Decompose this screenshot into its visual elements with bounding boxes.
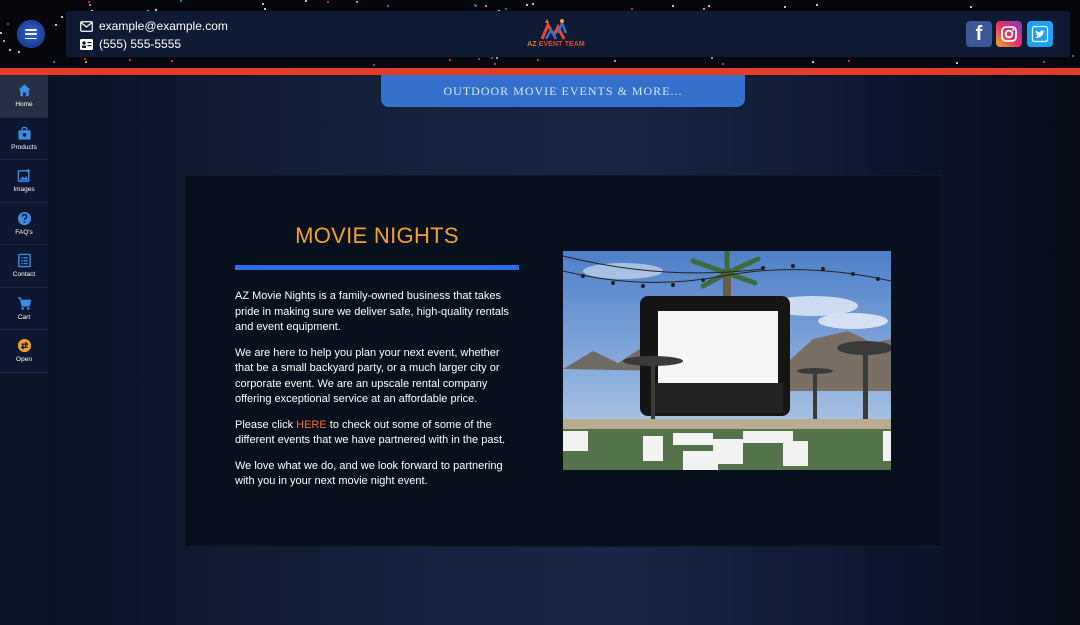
contact-icon xyxy=(17,253,31,268)
star xyxy=(0,32,2,34)
intro-text: AZ Movie Nights is a family-owned busine… xyxy=(235,289,519,500)
sidebar-item-contact[interactable]: Contact xyxy=(0,245,48,288)
star xyxy=(812,61,814,63)
star xyxy=(485,5,487,7)
page-title: MOVIE NIGHTS xyxy=(295,223,459,248)
contact-card-icon xyxy=(80,38,93,50)
phone-text[interactable]: (555) 555-5555 xyxy=(99,37,181,51)
star xyxy=(711,57,713,59)
logo-mark-icon xyxy=(540,19,568,40)
logo-text: AZ EVENT TEAM xyxy=(527,41,585,48)
star xyxy=(171,60,173,62)
paragraph: We are here to help you plan your next e… xyxy=(235,346,500,406)
star xyxy=(816,4,818,6)
bag-icon xyxy=(17,126,31,140)
star xyxy=(264,8,266,10)
star xyxy=(496,57,498,59)
sidebar-item-home[interactable]: Home xyxy=(0,75,48,118)
star xyxy=(614,60,616,62)
star xyxy=(494,63,496,65)
star xyxy=(537,59,539,61)
tagline-banner: OUTDOOR MOVIE EVENTS & MORE... xyxy=(381,75,745,107)
sidebar-item-label: Cart xyxy=(17,313,31,321)
image-icon xyxy=(17,169,30,183)
facebook-icon[interactable]: f xyxy=(966,21,992,47)
logo[interactable]: AZ EVENT TEAM xyxy=(524,17,588,53)
sidebar-item-products[interactable]: Products xyxy=(0,118,48,160)
cart-icon xyxy=(17,297,31,310)
star xyxy=(708,5,710,7)
star xyxy=(3,40,5,42)
star xyxy=(387,5,389,7)
star xyxy=(7,23,9,25)
paragraph: AZ Movie Nights is a family-owned busine… xyxy=(235,290,509,333)
star xyxy=(88,1,90,3)
star xyxy=(784,6,786,8)
photo-illustration xyxy=(563,251,891,470)
star xyxy=(703,8,705,10)
star xyxy=(327,1,329,3)
star xyxy=(526,4,528,6)
star xyxy=(84,58,86,60)
star xyxy=(1043,61,1045,63)
here-link[interactable]: HERE xyxy=(296,419,327,431)
hamburger-icon xyxy=(25,29,37,39)
home-icon xyxy=(17,84,31,97)
star xyxy=(262,3,264,5)
sidebar-item-cart[interactable]: Cart xyxy=(0,288,48,330)
star xyxy=(356,1,358,3)
star xyxy=(631,8,633,10)
star xyxy=(970,6,972,8)
header-divider xyxy=(0,68,1080,75)
star xyxy=(491,57,493,59)
email-text[interactable]: example@example.com xyxy=(99,19,228,33)
swap-icon xyxy=(17,339,31,353)
star xyxy=(55,24,57,26)
star xyxy=(474,4,476,6)
star xyxy=(18,51,20,53)
twitter-icon[interactable] xyxy=(1027,21,1053,47)
paragraph: Please click HERE to check out some of s… xyxy=(235,418,506,447)
email-contact[interactable]: example@example.com xyxy=(80,19,228,33)
sidebar-item-label: FAQ's xyxy=(15,228,33,236)
sidebar-item-label: Open xyxy=(16,356,32,364)
sidebar: Home Products Images FAQ's Contact Cart … xyxy=(0,75,48,625)
star xyxy=(129,59,131,61)
menu-button[interactable] xyxy=(18,21,44,47)
sidebar-item-label: Images xyxy=(13,186,35,194)
paragraph: We love what we do, and we look forward … xyxy=(235,459,503,488)
sidebar-item-label: Home xyxy=(15,101,33,109)
star xyxy=(9,49,11,51)
star xyxy=(449,59,451,61)
star xyxy=(532,3,534,5)
star xyxy=(1072,55,1074,57)
sidebar-item-faqs[interactable]: FAQ's xyxy=(0,203,48,245)
title-underline xyxy=(235,265,519,270)
star xyxy=(373,64,375,66)
instagram-icon[interactable] xyxy=(996,21,1022,47)
movie-screen-photo xyxy=(563,251,891,470)
phone-contact[interactable]: (555) 555-5555 xyxy=(80,37,181,51)
star xyxy=(61,16,63,18)
star xyxy=(89,4,91,6)
star xyxy=(85,61,87,63)
star xyxy=(180,0,182,2)
star xyxy=(305,0,307,2)
star xyxy=(672,5,674,7)
sidebar-item-label: Products xyxy=(11,143,37,151)
question-icon xyxy=(17,211,31,225)
star xyxy=(53,61,55,63)
sidebar-item-label: Contact xyxy=(12,271,36,279)
star xyxy=(848,60,850,62)
star xyxy=(722,63,724,65)
star xyxy=(505,8,507,10)
sidebar-item-open[interactable]: Open xyxy=(0,330,48,373)
star xyxy=(478,58,480,60)
star xyxy=(956,62,958,64)
sidebar-item-images[interactable]: Images xyxy=(0,160,48,203)
envelope-icon xyxy=(80,20,93,32)
